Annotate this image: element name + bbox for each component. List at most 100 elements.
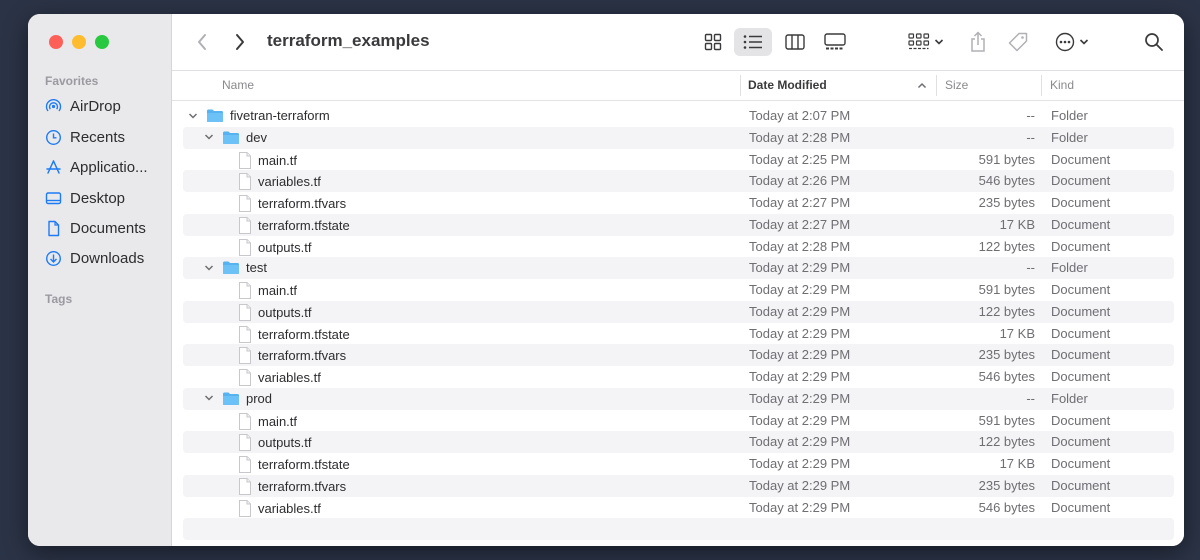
kind-cell: Document [1051,282,1111,297]
date-modified-cell: Today at 2:29 PM [749,369,851,384]
folder-row[interactable]: dev Today at 2:28 PM -- Folder [183,126,1174,149]
name-cell: terraform.tfstate [218,325,350,343]
list-icon [743,35,762,49]
minimize-button[interactable] [72,35,86,49]
file-row[interactable]: terraform.tfvars Today at 2:29 PM 235 byte… [183,474,1174,497]
file-row[interactable]: terraform.tfvars Today at 2:27 PM 235 byte… [183,192,1174,214]
file-row[interactable]: terraform.tfstate Today at 2:29 PM 17 KB Do… [183,323,1174,345]
column-divider[interactable] [1041,75,1042,96]
date-modified-cell: Today at 2:29 PM [749,282,851,297]
column-header-size[interactable]: Size [945,78,968,92]
column-view-button[interactable] [778,28,812,56]
file-row[interactable]: terraform.tfstate Today at 2:29 PM 17 KB Do… [183,453,1174,475]
window-title: terraform_examples [267,31,430,50]
sidebar-item-downloads[interactable]: Downloads [45,246,165,270]
name-cell: terraform.tfvars [218,347,346,365]
gallery-view-button[interactable] [818,28,852,56]
sidebar-item-recents[interactable]: Recents [45,125,165,149]
kind-cell: Document [1051,238,1111,254]
file-row[interactable]: outputs.tf Today at 2:29 PM 122 bytes Docum… [183,300,1174,323]
file-row[interactable]: main.tf Today at 2:25 PM 591 bytes Document [183,149,1174,171]
forward-button[interactable] [228,28,252,56]
grid-icon [704,33,722,51]
sidebar-item-label: AirDrop [70,97,121,115]
size-cell: 122 bytes [978,303,1035,319]
list-view-button[interactable] [734,28,772,56]
item-name: terraform.tfstate [258,326,350,342]
kind-cell: Document [1051,499,1111,515]
file-row[interactable]: main.tf Today at 2:29 PM 591 bytes Document [183,279,1174,301]
group-by-button[interactable] [904,28,948,56]
disclosure-toggle[interactable] [202,391,216,405]
item-name: main.tf [258,283,298,298]
search-button[interactable] [1140,28,1168,56]
zoom-button[interactable] [95,35,109,49]
file-icon [238,369,252,386]
file-row[interactable]: variables.tf Today at 2:29 PM 546 bytes Doc… [183,497,1174,519]
item-name: terraform.tfstate [258,217,350,233]
column-header-name[interactable]: Name [222,78,254,92]
tag-button[interactable] [1004,28,1032,56]
icon-view-button[interactable] [696,28,730,56]
date-modified-cell: Today at 2:07 PM [749,108,851,123]
share-button[interactable] [964,28,992,56]
date-modified-cell: Today at 2:29 PM [749,260,851,276]
chevron-down-icon [1079,39,1089,45]
share-icon [971,31,985,52]
size-cell: 122 bytes [978,238,1035,254]
file-row[interactable]: variables.tf Today at 2:29 PM 546 bytes Doc… [183,366,1174,388]
sidebar-item-airdrop[interactable]: AirDrop [45,94,165,118]
sidebar-item-documents[interactable]: Documents [45,216,165,240]
date-modified-cell: Today at 2:29 PM [749,412,851,428]
item-name: terraform.tfstate [258,457,350,472]
file-rows: fivetran-terraform Today at 2:07 PM -- Fold… [183,105,1174,540]
chevron-down-icon [188,112,198,119]
date-modified-cell: Today at 2:29 PM [749,477,851,493]
file-row[interactable]: main.tf Today at 2:29 PM 591 bytes Document [183,410,1174,432]
sidebar-item-label: Applicatio... [70,158,148,176]
name-cell: terraform.tfstate [218,456,350,473]
folder-row[interactable]: test Today at 2:29 PM -- Folder [183,257,1174,279]
sidebar-item-desktop[interactable]: Desktop [45,186,165,210]
name-cell: outputs.tf [218,434,311,452]
size-cell: 546 bytes [978,369,1035,384]
sidebar-item-applications[interactable]: Applicatio... [45,155,165,179]
name-cell: test [202,260,267,275]
disclosure-toggle[interactable] [202,261,216,275]
back-button[interactable] [190,28,214,56]
name-cell: main.tf [218,151,297,169]
size-cell: 546 bytes [978,499,1035,515]
file-row[interactable]: outputs.tf Today at 2:29 PM 122 bytes Docum… [183,431,1174,453]
disclosure-toggle[interactable] [202,130,216,144]
file-row[interactable]: terraform.tfvars Today at 2:29 PM 235 byte… [183,344,1174,366]
file-row[interactable]: terraform.tfstate Today at 2:27 PM 17 KB Do… [183,213,1174,236]
date-modified-cell: Today at 2:25 PM [749,151,851,167]
file-row[interactable]: variables.tf Today at 2:26 PM 546 bytes Doc… [183,170,1174,192]
window-controls [49,35,109,49]
kind-cell: Document [1051,369,1111,384]
date-modified-cell: Today at 2:29 PM [749,303,851,319]
file-icon [238,173,252,191]
size-cell: 17 KB [999,325,1035,341]
column-divider[interactable] [936,75,937,96]
column-header-date[interactable]: Date Modified [748,78,827,92]
size-cell: 17 KB [999,216,1035,232]
name-cell: variables.tf [218,173,321,191]
file-row[interactable]: outputs.tf Today at 2:28 PM 122 bytes Docum… [183,236,1174,258]
date-modified-cell: Today at 2:28 PM [749,129,851,145]
folder-row[interactable]: fivetran-terraform Today at 2:07 PM -- Fold… [183,105,1174,127]
item-name: terraform.tfvars [258,196,347,211]
disclosure-toggle[interactable] [186,109,200,123]
kind-cell: Document [1051,325,1111,341]
kind-cell: Folder [1051,129,1088,145]
close-button[interactable] [49,35,63,49]
folder-row[interactable]: prod Today at 2:29 PM -- Folder [183,387,1174,410]
column-header-kind[interactable]: Kind [1050,78,1074,92]
more-actions-button[interactable] [1050,28,1094,56]
date-modified-cell: Today at 2:29 PM [749,325,851,341]
name-cell: terraform.tfstate [218,216,350,234]
name-cell: outputs.tf [218,303,311,321]
column-divider[interactable] [740,75,741,96]
item-name: test [246,260,267,276]
name-cell: prod [202,391,272,406]
